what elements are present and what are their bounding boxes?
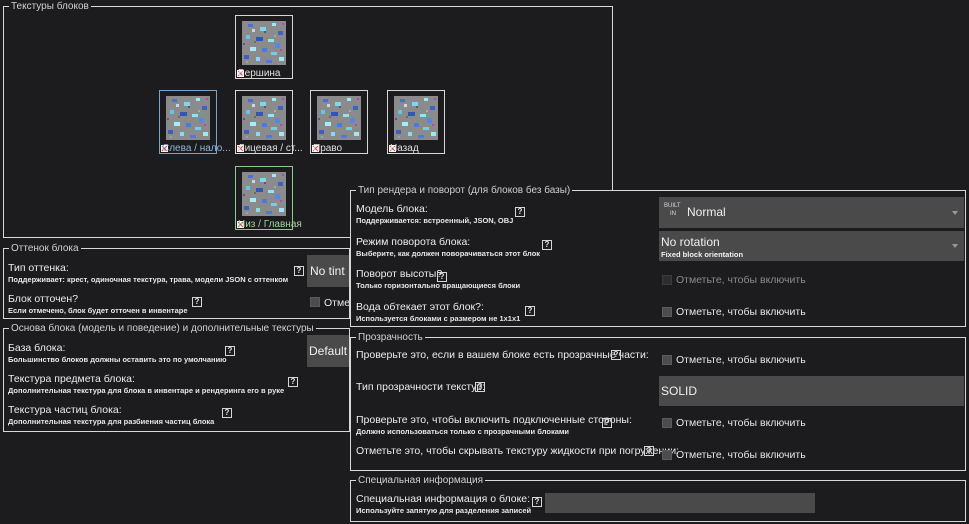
transparency-group-title: Прозрачность [356, 331, 425, 344]
help-icon[interactable]: ? [644, 446, 654, 456]
pitch-label: Поворот высоты? [356, 268, 443, 280]
connected-hint: Должно использоваться только с прозрачны… [356, 427, 570, 436]
texture-slot-label: Слева / нало... [162, 143, 231, 154]
tint-type-value: No tint [310, 264, 345, 278]
transparent-checkbox-label: Отметьте, чтобы включить [676, 354, 806, 366]
texture-slot-bottom[interactable]: Низ / Главная [235, 166, 302, 230]
diamond-ore-texture-icon [242, 172, 286, 216]
tinted-checkbox-label: Отмет [324, 297, 349, 309]
render-group-title: Тип рендера и поворот (для блоков без ба… [356, 184, 573, 197]
help-icon[interactable]: ? [532, 497, 542, 507]
item-texture-label: Текстура предмета блока: [8, 373, 135, 385]
texture-slot-label: Право [313, 143, 343, 154]
diamond-ore-texture-icon [242, 96, 286, 140]
particle-texture-label: Текстура частиц блока: [8, 404, 122, 416]
rotation-hint: Выберите, как должен поворачиваться этот… [356, 249, 541, 258]
chevron-down-icon [952, 210, 958, 215]
help-icon[interactable]: ? [294, 266, 304, 276]
tint-type-hint: Поддерживает: крест, одиночная текстура,… [8, 275, 289, 284]
pitch-hint: Только горизонтально вращающиеся блоки [356, 281, 521, 290]
transparency-type-value: SOLID [661, 384, 698, 398]
special-group-title: Специальная информация [356, 474, 486, 487]
transparent-label: Проверьте это, если в вашем блоке есть п… [356, 349, 649, 361]
base-hint: Большинство блоков должны оставить это п… [8, 355, 227, 364]
texture-slot-left[interactable]: Слева / нало... [159, 90, 231, 154]
help-icon[interactable]: ? [192, 297, 202, 307]
texture-slot-label: Назад [390, 143, 419, 154]
model-hint: Поддерживается: встроенный, JSON, OBJ [356, 216, 514, 225]
tinted-hint: Если отмечено, блок будет отточен в инве… [8, 306, 188, 315]
help-icon[interactable]: ? [222, 408, 232, 418]
water-checkbox-label: Отметьте, чтобы включить [676, 306, 806, 318]
help-icon[interactable]: ? [225, 346, 235, 356]
special-hint: Используйте запятую для разделения запис… [356, 506, 532, 515]
rotation-label: Режим поворота блока: [356, 236, 471, 248]
texture-slot-label: Вершина [238, 68, 281, 79]
item-texture-hint: Дополнительная текстура для блока в инве… [8, 386, 285, 395]
rotation-sub: Fixed block orientation [661, 250, 744, 259]
connected-label: Проверьте это, чтобы включить подключенн… [356, 414, 632, 426]
builtin-badge-bottom: IN [670, 211, 676, 217]
connected-checkbox[interactable] [662, 418, 672, 428]
base-label: База блока: [8, 342, 66, 354]
pitch-checkbox[interactable] [662, 275, 672, 285]
texture-slot-top[interactable]: Вершина [235, 15, 293, 79]
tint-type-dropdown[interactable]: No tint [307, 255, 349, 287]
fluid-checkbox[interactable] [662, 450, 672, 460]
model-value: Normal [687, 205, 726, 219]
help-icon[interactable]: ? [611, 350, 621, 360]
diamond-ore-texture-icon [242, 21, 286, 65]
model-dropdown[interactable]: BUILT IN Normal [659, 197, 964, 228]
transparency-type-dropdown[interactable]: SOLID [659, 376, 964, 406]
fluid-label: Отметьте это, чтобы скрывать текстуру жи… [356, 445, 679, 457]
base-group-title: Основа блока (модель и поведение) и допо… [9, 322, 316, 335]
tinted-label: Блок отточен? [8, 293, 79, 305]
base-value: Default [309, 344, 348, 358]
model-label: Модель блока: [356, 203, 428, 215]
help-icon[interactable]: ? [288, 377, 298, 387]
help-icon[interactable]: ? [542, 240, 552, 250]
help-icon[interactable]: ? [515, 207, 525, 217]
base-dropdown[interactable]: Default [307, 335, 349, 367]
tinted-checkbox[interactable] [310, 297, 320, 307]
diamond-ore-texture-icon [394, 96, 438, 140]
help-icon[interactable]: ? [525, 306, 535, 316]
tint-type-label: Тип оттенка: [8, 262, 69, 274]
fluid-checkbox-label: Отметьте, чтобы включить [676, 449, 806, 461]
particle-texture-hint: Дополнительная текстура для разбиения ча… [8, 417, 215, 426]
special-input[interactable] [545, 493, 815, 513]
texture-slot-back[interactable]: Назад [387, 90, 445, 154]
help-icon[interactable]: ? [475, 382, 485, 392]
water-label: Вода обтекает этот блок?: [356, 301, 484, 313]
tint-group-title: Оттенок блока [9, 242, 81, 255]
special-label: Специальная информация о блоке: [356, 493, 531, 505]
texture-slot-label: Лицевая / ст... [238, 143, 303, 154]
diamond-ore-texture-icon [166, 96, 210, 140]
texture-slot-front[interactable]: Лицевая / ст... [235, 90, 303, 154]
chevron-down-icon [952, 244, 958, 248]
water-checkbox[interactable] [662, 307, 672, 317]
texture-slot-label: Низ / Главная [238, 219, 302, 230]
water-hint: Используется блоками с размером не 1x1x1 [356, 314, 521, 323]
help-icon[interactable]: ? [437, 272, 447, 282]
pitch-checkbox-label: Отметьте, чтобы включить [676, 274, 806, 286]
textures-group-title: Текстуры блоков [9, 0, 91, 13]
connected-checkbox-label: Отметьте, чтобы включить [676, 417, 806, 429]
help-icon[interactable]: ? [602, 418, 612, 428]
rotation-dropdown[interactable]: No rotation Fixed block orientation [659, 231, 964, 261]
transparent-checkbox[interactable] [662, 355, 672, 365]
builtin-badge-top: BUILT [664, 203, 681, 209]
diamond-ore-texture-icon [317, 96, 361, 140]
rotation-value: No rotation [661, 235, 720, 249]
transparency-type-label: Тип прозрачности текстур: [356, 381, 486, 393]
texture-slot-right[interactable]: Право [310, 90, 368, 154]
